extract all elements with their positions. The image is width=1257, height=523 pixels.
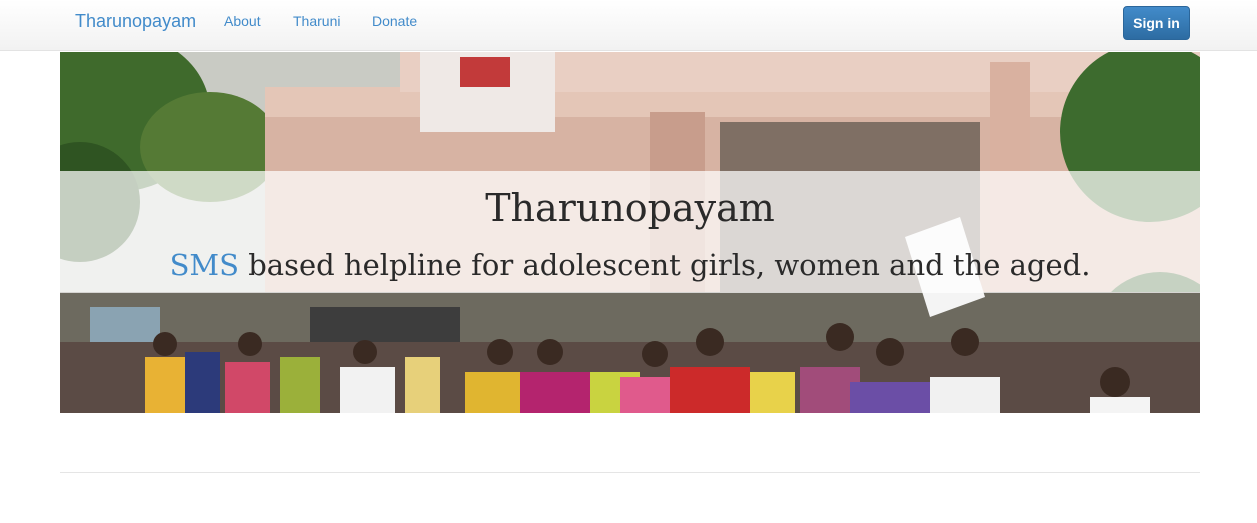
top-navbar: Tharunopayam About Tharuni Donate Sign i… — [0, 0, 1257, 51]
content-divider — [60, 472, 1200, 473]
sign-in-button[interactable]: Sign in — [1123, 6, 1190, 40]
hero-subtitle-text: based helpline for adolescent girls, wom… — [239, 248, 1091, 282]
hero-title: Tharunopayam — [485, 186, 775, 230]
hero-jumbotron: Tharunopayam SMS based helpline for adol… — [60, 52, 1200, 413]
nav-link-about[interactable]: About — [224, 13, 261, 29]
sms-highlight: SMS — [169, 248, 239, 282]
nav-link-tharuni[interactable]: Tharuni — [293, 13, 340, 29]
nav-link-donate[interactable]: Donate — [372, 13, 417, 29]
hero-subtitle: SMS based helpline for adolescent girls,… — [60, 245, 1200, 285]
brand-link[interactable]: Tharunopayam — [75, 11, 196, 32]
